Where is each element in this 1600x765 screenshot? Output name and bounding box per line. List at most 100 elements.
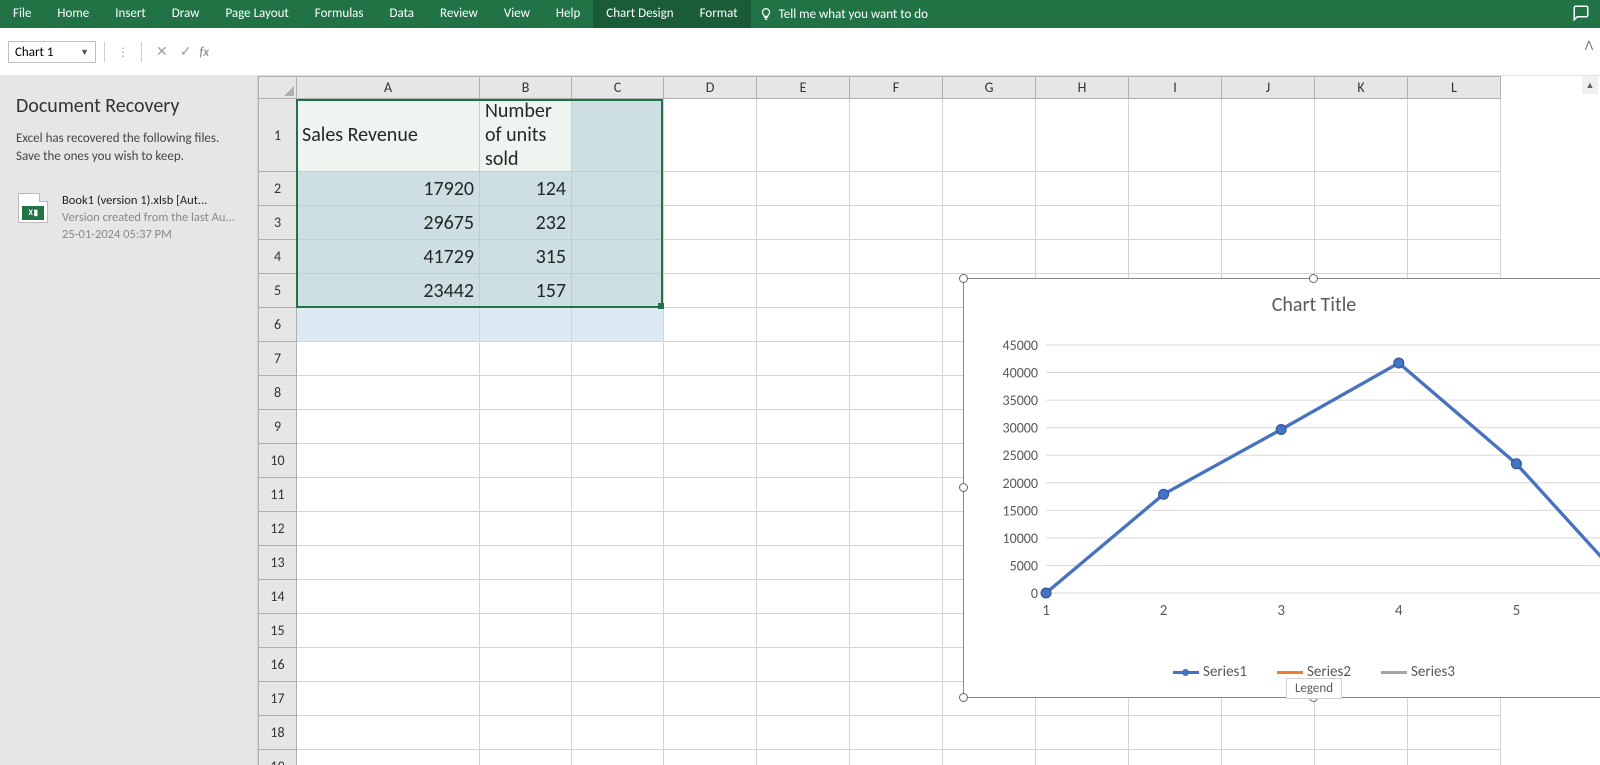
cell-F15[interactable] — [850, 614, 943, 648]
row-header-17[interactable]: 17 — [259, 682, 297, 716]
cell-D13[interactable] — [664, 546, 757, 580]
cell-F17[interactable] — [850, 682, 943, 716]
cell-K2[interactable] — [1315, 172, 1408, 206]
cell-B15[interactable] — [480, 614, 572, 648]
cell-E14[interactable] — [757, 580, 850, 614]
row-header-12[interactable]: 12 — [259, 512, 297, 546]
row-header-18[interactable]: 18 — [259, 716, 297, 750]
cell-G2[interactable] — [943, 172, 1036, 206]
cell-C13[interactable] — [572, 546, 664, 580]
cell-L18[interactable] — [1408, 716, 1501, 750]
comments-button[interactable] — [1572, 4, 1590, 26]
cell-D4[interactable] — [664, 240, 757, 274]
column-header-D[interactable]: D — [664, 77, 757, 99]
cell-C4[interactable] — [572, 240, 664, 274]
row-header-10[interactable]: 10 — [259, 444, 297, 478]
cell-F19[interactable] — [850, 750, 943, 765]
cell-A3[interactable]: 29675 — [297, 206, 480, 240]
ribbon-tab-page-layout[interactable]: Page Layout — [212, 0, 301, 28]
cell-C3[interactable] — [572, 206, 664, 240]
cell-L4[interactable] — [1408, 240, 1501, 274]
cell-I19[interactable] — [1129, 750, 1222, 765]
cell-C12[interactable] — [572, 512, 664, 546]
ribbon-tab-format[interactable]: Format — [687, 0, 751, 28]
cell-A1[interactable]: Sales Revenue — [297, 99, 480, 172]
cell-C19[interactable] — [572, 750, 664, 765]
cell-B17[interactable] — [480, 682, 572, 716]
cell-B9[interactable] — [480, 410, 572, 444]
cell-K4[interactable] — [1315, 240, 1408, 274]
cell-A8[interactable] — [297, 376, 480, 410]
cell-F5[interactable] — [850, 274, 943, 308]
cell-K3[interactable] — [1315, 206, 1408, 240]
cell-C1[interactable] — [572, 99, 664, 172]
cell-E1[interactable] — [757, 99, 850, 172]
cell-D15[interactable] — [664, 614, 757, 648]
cell-F6[interactable] — [850, 308, 943, 342]
cell-E10[interactable] — [757, 444, 850, 478]
cell-J2[interactable] — [1222, 172, 1315, 206]
cell-B4[interactable]: 315 — [480, 240, 572, 274]
cell-H18[interactable] — [1036, 716, 1129, 750]
cell-E12[interactable] — [757, 512, 850, 546]
chart-legend[interactable]: Series1Series2Series3 — [964, 663, 1600, 681]
cell-A2[interactable]: 17920 — [297, 172, 480, 206]
row-header-2[interactable]: 2 — [259, 172, 297, 206]
cell-E4[interactable] — [757, 240, 850, 274]
row-header-5[interactable]: 5 — [259, 274, 297, 308]
chart-series-marker[interactable] — [1394, 358, 1404, 368]
cell-D17[interactable] — [664, 682, 757, 716]
cell-A16[interactable] — [297, 648, 480, 682]
cell-A11[interactable] — [297, 478, 480, 512]
cell-B7[interactable] — [480, 342, 572, 376]
cell-F13[interactable] — [850, 546, 943, 580]
select-all-corner[interactable] — [259, 77, 297, 99]
cell-A12[interactable] — [297, 512, 480, 546]
cell-J1[interactable] — [1222, 99, 1315, 172]
cell-C16[interactable] — [572, 648, 664, 682]
cell-E17[interactable] — [757, 682, 850, 716]
ribbon-tab-home[interactable]: Home — [44, 0, 102, 28]
fx-label[interactable]: fx — [197, 45, 215, 60]
cell-B8[interactable] — [480, 376, 572, 410]
cell-H1[interactable] — [1036, 99, 1129, 172]
cell-B18[interactable] — [480, 716, 572, 750]
ribbon-tab-review[interactable]: Review — [427, 0, 491, 28]
chart-title[interactable]: Chart Title — [964, 293, 1600, 317]
ribbon-tab-insert[interactable]: Insert — [102, 0, 159, 28]
cell-E3[interactable] — [757, 206, 850, 240]
column-header-B[interactable]: B — [480, 77, 572, 99]
cell-H3[interactable] — [1036, 206, 1129, 240]
chart-series-line[interactable] — [1046, 363, 1600, 593]
cell-D7[interactable] — [664, 342, 757, 376]
row-header-14[interactable]: 14 — [259, 580, 297, 614]
row-header-3[interactable]: 3 — [259, 206, 297, 240]
embedded-chart[interactable]: Chart Title 0500010000150002000025000300… — [963, 278, 1600, 698]
cell-C2[interactable] — [572, 172, 664, 206]
cell-A19[interactable] — [297, 750, 480, 765]
name-box[interactable]: Chart 1 ▼ — [8, 41, 96, 63]
cancel-formula-button[interactable]: ✕ — [150, 44, 174, 61]
cell-B5[interactable]: 157 — [480, 274, 572, 308]
cell-F4[interactable] — [850, 240, 943, 274]
cell-A7[interactable] — [297, 342, 480, 376]
cell-H2[interactable] — [1036, 172, 1129, 206]
column-header-I[interactable]: I — [1129, 77, 1222, 99]
cell-A10[interactable] — [297, 444, 480, 478]
cell-J18[interactable] — [1222, 716, 1315, 750]
ribbon-tab-chart-design[interactable]: Chart Design — [593, 0, 686, 28]
row-header-6[interactable]: 6 — [259, 308, 297, 342]
chart-plot-area[interactable]: 0500010000150002000025000300003500040000… — [984, 335, 1600, 621]
chart-series-marker[interactable] — [1041, 588, 1051, 598]
cell-L19[interactable] — [1408, 750, 1501, 765]
cell-F2[interactable] — [850, 172, 943, 206]
resize-handle[interactable] — [959, 274, 968, 283]
chart-series-marker[interactable] — [1511, 459, 1521, 469]
cell-I4[interactable] — [1129, 240, 1222, 274]
cell-L1[interactable] — [1408, 99, 1501, 172]
cell-E13[interactable] — [757, 546, 850, 580]
cell-E11[interactable] — [757, 478, 850, 512]
chart-series-marker[interactable] — [1276, 424, 1286, 434]
chart-series-line[interactable] — [1046, 363, 1600, 593]
row-header-9[interactable]: 9 — [259, 410, 297, 444]
